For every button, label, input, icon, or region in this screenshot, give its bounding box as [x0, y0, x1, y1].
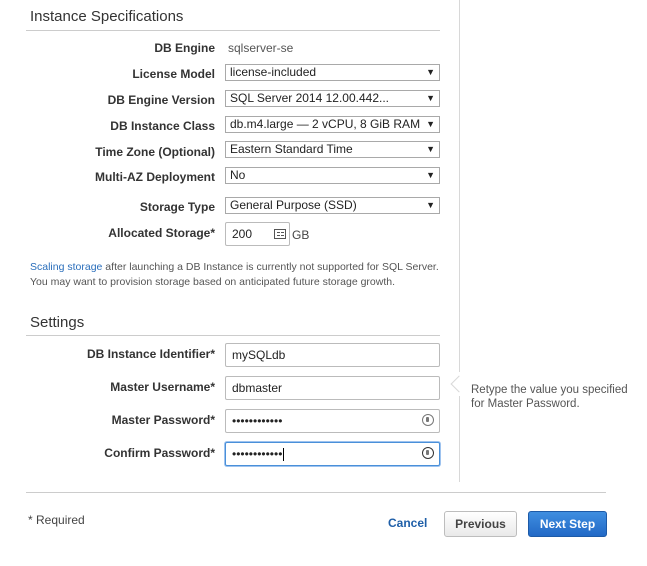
- time-zone-label: Time Zone (Optional): [95, 145, 215, 159]
- required-note: * Required: [28, 513, 85, 527]
- chevron-down-icon: ▼: [426, 67, 435, 77]
- confirm-value: ••••••••••••: [232, 447, 283, 461]
- instance-specs-rule: [26, 30, 440, 31]
- username-value: dbmaster: [232, 381, 283, 395]
- chevron-down-icon: ▼: [426, 119, 435, 129]
- chevron-down-icon: ▼: [426, 144, 435, 154]
- instance-class-select[interactable]: db.m4.large — 2 vCPU, 8 GiB RAM ▼: [225, 116, 440, 133]
- engine-version-select[interactable]: SQL Server 2014 12.00.442... ▼: [225, 90, 440, 107]
- text-cursor: [283, 448, 285, 462]
- instance-class-label: DB Instance Class: [110, 119, 215, 133]
- storage-note: Scaling storage after launching a DB Ins…: [30, 260, 450, 290]
- storage-type-value: General Purpose (SSD): [230, 198, 357, 212]
- allocated-storage-input[interactable]: 200: [225, 222, 290, 246]
- multi-az-value: No: [230, 168, 246, 182]
- db-engine-label: DB Engine: [154, 41, 215, 55]
- calculator-icon[interactable]: [274, 229, 286, 239]
- confirm-label: Confirm Password*: [104, 446, 215, 460]
- allocated-storage-label: Allocated Storage*: [108, 226, 215, 240]
- confirm-password-input[interactable]: ••••••••••••: [225, 442, 440, 466]
- engine-version-value: SQL Server 2014 12.00.442...: [230, 91, 389, 105]
- identifier-label: DB Instance Identifier*: [86, 347, 215, 361]
- cancel-button[interactable]: Cancel: [388, 516, 427, 530]
- previous-button[interactable]: Previous: [444, 511, 517, 537]
- password-key-icon[interactable]: [422, 447, 434, 459]
- username-label: Master Username*: [110, 380, 215, 394]
- settings-rule: [26, 335, 440, 336]
- identifier-input[interactable]: mySQLdb: [225, 343, 440, 367]
- identifier-value: mySQLdb: [232, 348, 286, 362]
- settings-title: Settings: [30, 314, 85, 331]
- license-model-value: license-included: [230, 65, 317, 79]
- hint-pointer: [450, 375, 468, 393]
- password-label: Master Password*: [111, 413, 215, 427]
- scaling-storage-link[interactable]: Scaling storage: [30, 261, 102, 273]
- password-key-icon[interactable]: [422, 414, 434, 426]
- chevron-down-icon: ▼: [426, 93, 435, 103]
- storage-type-label: Storage Type: [139, 200, 215, 214]
- footer-rule: [26, 492, 606, 493]
- chevron-down-icon: ▼: [426, 200, 435, 210]
- allocated-storage-value: 200: [232, 227, 253, 241]
- chevron-down-icon: ▼: [426, 170, 435, 180]
- storage-type-select[interactable]: General Purpose (SSD) ▼: [225, 197, 440, 214]
- license-model-select[interactable]: license-included ▼: [225, 64, 440, 81]
- next-step-button[interactable]: Next Step: [528, 511, 607, 537]
- time-zone-value: Eastern Standard Time: [230, 142, 353, 156]
- password-value: ••••••••••••: [232, 414, 283, 428]
- license-model-label: License Model: [132, 67, 215, 81]
- multi-az-label: Multi-AZ Deployment: [95, 170, 215, 184]
- rds-launch-page: Instance Specifications DB Engine sqlser…: [0, 0, 647, 566]
- time-zone-select[interactable]: Eastern Standard Time ▼: [225, 141, 440, 158]
- instance-class-value: db.m4.large — 2 vCPU, 8 GiB RAM: [230, 117, 421, 131]
- engine-version-label: DB Engine Version: [107, 93, 215, 107]
- storage-unit: GB: [292, 228, 310, 242]
- db-engine-value: sqlserver-se: [228, 41, 294, 55]
- side-divider-lower: [459, 396, 460, 482]
- instance-specs-title: Instance Specifications: [30, 8, 184, 25]
- multi-az-select[interactable]: No ▼: [225, 167, 440, 184]
- password-input[interactable]: ••••••••••••: [225, 409, 440, 433]
- confirm-password-hint: Retype the value you specified for Maste…: [471, 384, 628, 410]
- username-input[interactable]: dbmaster: [225, 376, 440, 400]
- side-divider: [459, 0, 460, 372]
